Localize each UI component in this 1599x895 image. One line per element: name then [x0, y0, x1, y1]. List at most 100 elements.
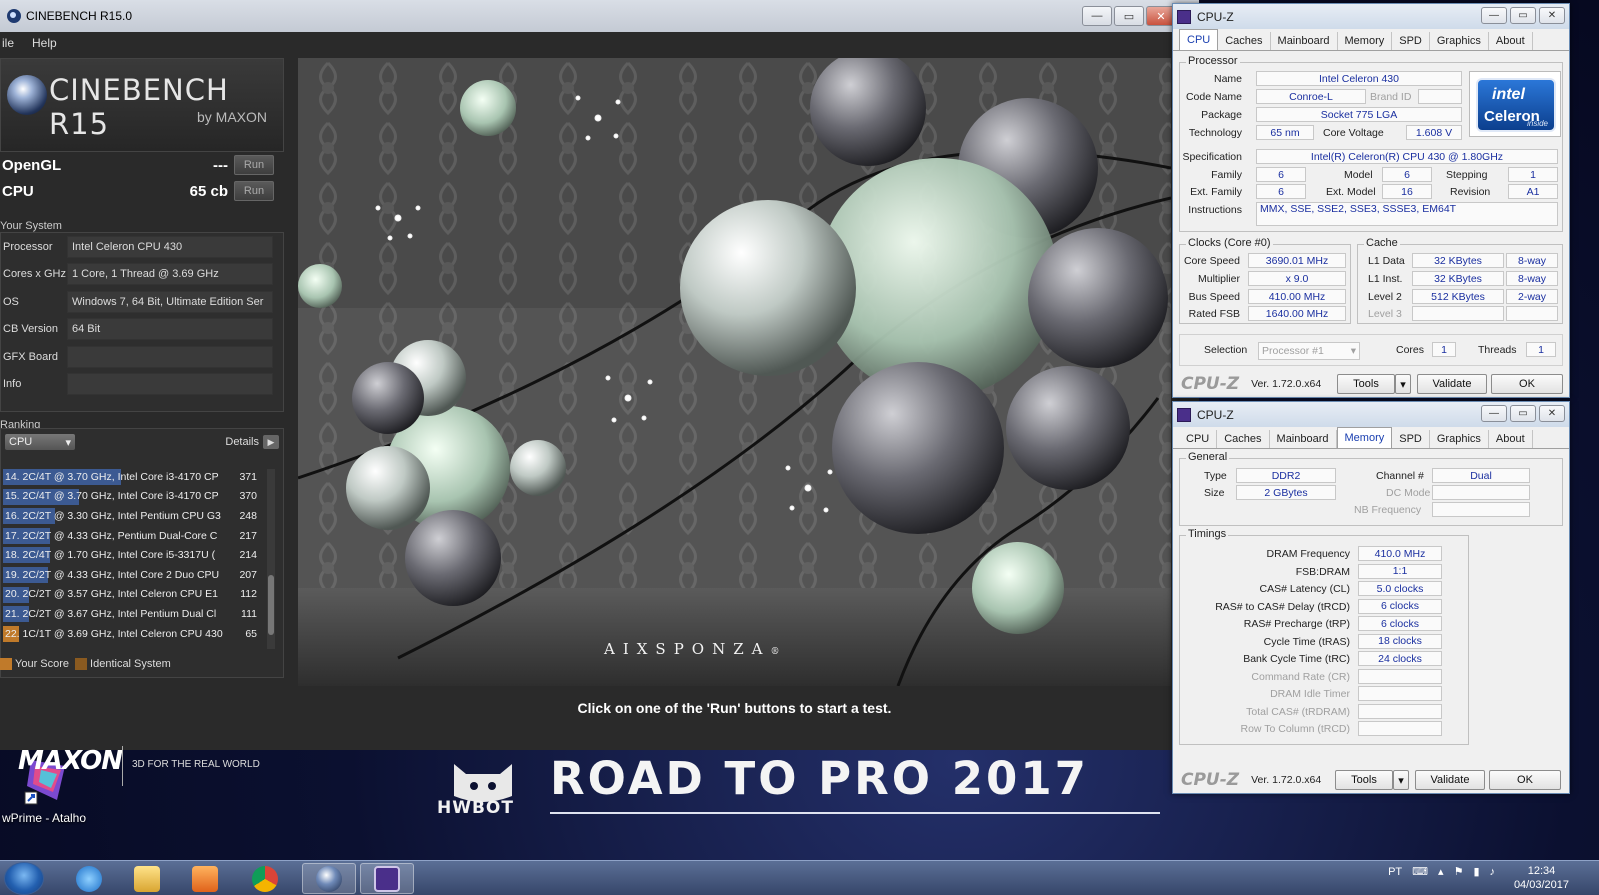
- action-center-icon[interactable]: ⚑: [1454, 865, 1464, 878]
- taskbar-explorer[interactable]: [120, 863, 174, 894]
- ranking-item[interactable]: 19. 2C/2T @ 4.33 GHz, Intel Core 2 Duo C…: [3, 565, 265, 585]
- timing-label: DRAM Idle Timer: [1270, 688, 1350, 700]
- cpuz-app-icon: [1177, 407, 1191, 422]
- bus-speed-field: 410.00 MHz: [1248, 289, 1346, 304]
- chevron-up-icon[interactable]: ▴: [1438, 865, 1444, 878]
- menu-help[interactable]: Help: [32, 36, 57, 50]
- ranking-item[interactable]: 21. 2C/2T @ 3.67 GHz, Intel Pentium Dual…: [3, 604, 265, 624]
- ranking-item[interactable]: 15. 2C/4T @ 3.70 GHz, Intel Core i3-4170…: [3, 487, 265, 507]
- cinebench-titlebar[interactable]: CINEBENCH R15.0 — ▭ ✕: [0, 0, 1199, 32]
- ranking-item[interactable]: 16. 2C/2T @ 3.30 GHz, Intel Pentium CPU …: [3, 506, 265, 526]
- field-label: Level 3: [1368, 308, 1402, 320]
- tab-spd[interactable]: SPD: [1392, 430, 1430, 448]
- cpuz-version: Ver. 1.72.0.x64: [1251, 774, 1322, 786]
- cpuz-title: CPU-Z: [1197, 9, 1234, 24]
- l1-inst-field: 32 KBytes: [1412, 271, 1504, 286]
- ranking-score: 207: [239, 568, 257, 581]
- start-orb[interactable]: [4, 862, 44, 895]
- tab-cpu[interactable]: CPU: [1179, 29, 1219, 50]
- menu-file[interactable]: ile: [2, 36, 14, 50]
- system-row: OS Windows 7, 64 Bit, Ultimate Edition Se…: [1, 288, 283, 316]
- language-indicator[interactable]: PT: [1388, 866, 1402, 878]
- field-label: Package: [1201, 109, 1242, 121]
- cinebench-left-panel: CINEBENCH R15 by MAXON OpenGL --- Run CP…: [0, 56, 288, 786]
- tab-mainboard[interactable]: Mainboard: [1270, 430, 1337, 448]
- tab-memory[interactable]: Memory: [1338, 32, 1393, 50]
- run-cpu-button[interactable]: Run: [234, 181, 274, 201]
- tools-dropdown-button[interactable]: ▾: [1393, 770, 1409, 790]
- taskbar-media-player[interactable]: [178, 863, 232, 894]
- minimize-button[interactable]: —: [1082, 6, 1112, 26]
- tab-memory[interactable]: Memory: [1336, 427, 1393, 448]
- system-value[interactable]: [67, 373, 273, 396]
- ranking-item[interactable]: 20. 2C/2T @ 3.57 GHz, Intel Celeron CPU …: [3, 585, 265, 605]
- ranking-item[interactable]: 14. 2C/4T @ 3.70 GHz, Intel Core i3-4170…: [3, 467, 265, 487]
- ok-button[interactable]: OK: [1489, 770, 1561, 790]
- tab-mainboard[interactable]: Mainboard: [1271, 32, 1338, 50]
- maximize-button[interactable]: ▭: [1510, 7, 1536, 24]
- field-label: Name: [1213, 73, 1242, 85]
- close-button[interactable]: ✕: [1539, 405, 1565, 422]
- cinebench-menubar: ile Help: [0, 32, 1199, 54]
- tab-graphics[interactable]: Graphics: [1430, 32, 1489, 50]
- validate-button[interactable]: Validate: [1417, 374, 1487, 394]
- ranking-item[interactable]: 22. 1C/1T @ 3.69 GHz, Intel Celeron CPU …: [3, 624, 265, 644]
- close-button[interactable]: ✕: [1539, 7, 1565, 24]
- your-system-heading: Your System: [0, 220, 62, 232]
- taskbar-ie[interactable]: [62, 863, 116, 894]
- taskbar-cinebench[interactable]: [302, 863, 356, 894]
- taskbar-chrome[interactable]: [238, 863, 292, 894]
- ranking-score: 371: [239, 470, 257, 483]
- network-icon[interactable]: ▮: [1473, 865, 1479, 878]
- minimize-button[interactable]: —: [1481, 405, 1507, 422]
- ranking-details-button[interactable]: Details ▶: [225, 435, 279, 449]
- maximize-button[interactable]: ▭: [1114, 6, 1144, 26]
- model-field: 6: [1382, 167, 1432, 182]
- ranking-scrollbar[interactable]: [267, 469, 275, 649]
- cinebench-status-text: Click on one of the 'Run' buttons to sta…: [577, 700, 892, 716]
- selection-group: Selection Processor #1 ▾ Cores 1 Threads…: [1179, 334, 1563, 366]
- minimize-button[interactable]: —: [1481, 7, 1507, 24]
- timing-label: RAS# to CAS# Delay (tRCD): [1215, 600, 1350, 613]
- tab-about[interactable]: About: [1489, 430, 1533, 448]
- field-label: Size: [1204, 487, 1225, 499]
- validate-button[interactable]: Validate: [1415, 770, 1485, 790]
- tools-button[interactable]: Tools: [1335, 770, 1393, 790]
- system-key: Cores x GHz: [3, 268, 66, 281]
- cinebench-window: CINEBENCH R15.0 — ▭ ✕ ile Help CINEBENCH…: [0, 0, 1199, 786]
- ranking-item[interactable]: 18. 2C/4T @ 1.70 GHz, Intel Core i5-3317…: [3, 545, 265, 565]
- tab-graphics[interactable]: Graphics: [1430, 430, 1489, 448]
- scrollbar-thumb[interactable]: [268, 575, 274, 635]
- cinebench-orb-icon: [7, 75, 47, 115]
- tools-button[interactable]: Tools: [1337, 374, 1395, 394]
- field-label: Revision: [1450, 186, 1491, 198]
- timing-label: Row To Column (tRCD): [1240, 723, 1351, 735]
- cpuz-titlebar[interactable]: CPU-Z — ▭ ✕: [1173, 4, 1569, 29]
- cpuz-tabbar: CPU Caches Mainboard Memory SPD Graphics About: [1173, 427, 1569, 449]
- tools-dropdown-button[interactable]: ▾: [1395, 374, 1411, 394]
- tab-caches[interactable]: Caches: [1217, 430, 1270, 448]
- ranking-select[interactable]: CPU ▾: [5, 434, 75, 450]
- tab-caches[interactable]: Caches: [1218, 32, 1271, 50]
- maxon-logo: MAXON: [18, 746, 123, 776]
- selection-dropdown[interactable]: Processor #1 ▾: [1258, 342, 1360, 360]
- cores-field: 1: [1432, 342, 1456, 357]
- keyboard-icon[interactable]: ⌨: [1412, 865, 1428, 878]
- volume-icon[interactable]: ♪: [1490, 866, 1496, 878]
- maximize-button[interactable]: ▭: [1510, 405, 1536, 422]
- explorer-icon: [134, 865, 160, 892]
- taskbar-cpuz[interactable]: [360, 863, 414, 894]
- clock[interactable]: 12:34 04/03/2017: [1514, 864, 1569, 892]
- ranking-item[interactable]: 17. 2C/2T @ 4.33 GHz, Pentium Dual-Core …: [3, 526, 265, 546]
- tab-about[interactable]: About: [1489, 32, 1533, 50]
- package-field: Socket 775 LGA: [1256, 107, 1462, 122]
- run-opengl-button[interactable]: Run: [234, 155, 274, 175]
- timing-label: Cycle Time (tRAS): [1263, 635, 1350, 648]
- system-value[interactable]: [67, 345, 273, 368]
- ok-button[interactable]: OK: [1491, 374, 1563, 394]
- tab-cpu[interactable]: CPU: [1179, 430, 1218, 448]
- cpuz-titlebar[interactable]: CPU-Z — ▭ ✕: [1173, 402, 1569, 427]
- timing-value: 6 clocks: [1358, 598, 1442, 614]
- tab-spd[interactable]: SPD: [1392, 32, 1430, 50]
- timing-value: 24 clocks: [1358, 651, 1442, 666]
